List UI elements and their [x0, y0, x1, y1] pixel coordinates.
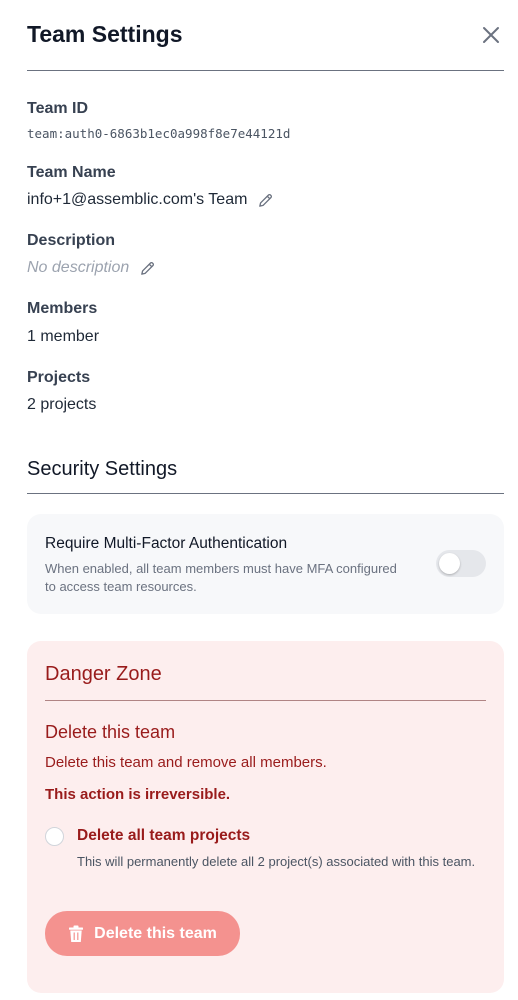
danger-zone: Danger Zone Delete this team Delete this…: [27, 641, 504, 993]
team-name-label: Team Name: [27, 164, 116, 181]
toggle-knob: [439, 553, 460, 574]
members-value: 1 member: [27, 328, 100, 345]
mfa-title: Require Multi-Factor Authentication: [45, 535, 288, 552]
irreversible-warning: This action is irreversible.: [45, 786, 231, 803]
description-value: No description: [27, 259, 130, 276]
dialog-header: Team Settings: [27, 0, 504, 71]
description-row: No description: [27, 259, 156, 277]
mfa-toggle[interactable]: [436, 550, 486, 577]
delete-team-button[interactable]: Delete this team: [45, 911, 240, 956]
security-settings-title: Security Settings: [27, 458, 178, 480]
members-label: Members: [27, 300, 98, 317]
pencil-icon[interactable]: [257, 192, 274, 209]
delete-projects-description: This will permanently delete all 2 proje…: [77, 854, 476, 869]
team-name-value: info+1@assemblic.com's Team: [27, 191, 248, 208]
mfa-card: Require Multi-Factor Authentication When…: [27, 514, 504, 614]
mfa-description: When enabled, all team members must have…: [45, 561, 397, 594]
delete-team-button-label: Delete this team: [94, 924, 217, 942]
trash-icon: [69, 925, 84, 942]
team-name-row: info+1@assemblic.com's Team: [27, 191, 274, 209]
delete-team-description: Delete this team and remove all members.: [45, 754, 327, 771]
danger-zone-title: Danger Zone: [45, 663, 162, 685]
team-id-label: Team ID: [27, 100, 89, 117]
delete-team-heading: Delete this team: [45, 722, 176, 742]
projects-label: Projects: [27, 369, 91, 386]
pencil-icon[interactable]: [139, 260, 156, 277]
close-icon[interactable]: [480, 24, 502, 46]
page-title: Team Settings: [27, 21, 183, 47]
divider: [45, 700, 486, 701]
projects-value: 2 projects: [27, 396, 97, 413]
description-label: Description: [27, 232, 116, 249]
delete-projects-checkbox[interactable]: [45, 827, 64, 846]
divider: [27, 493, 504, 494]
team-id-value: team:auth0-6863b1ec0a998f8e7e44121d: [27, 126, 291, 141]
delete-projects-label[interactable]: Delete all team projects: [77, 827, 250, 845]
